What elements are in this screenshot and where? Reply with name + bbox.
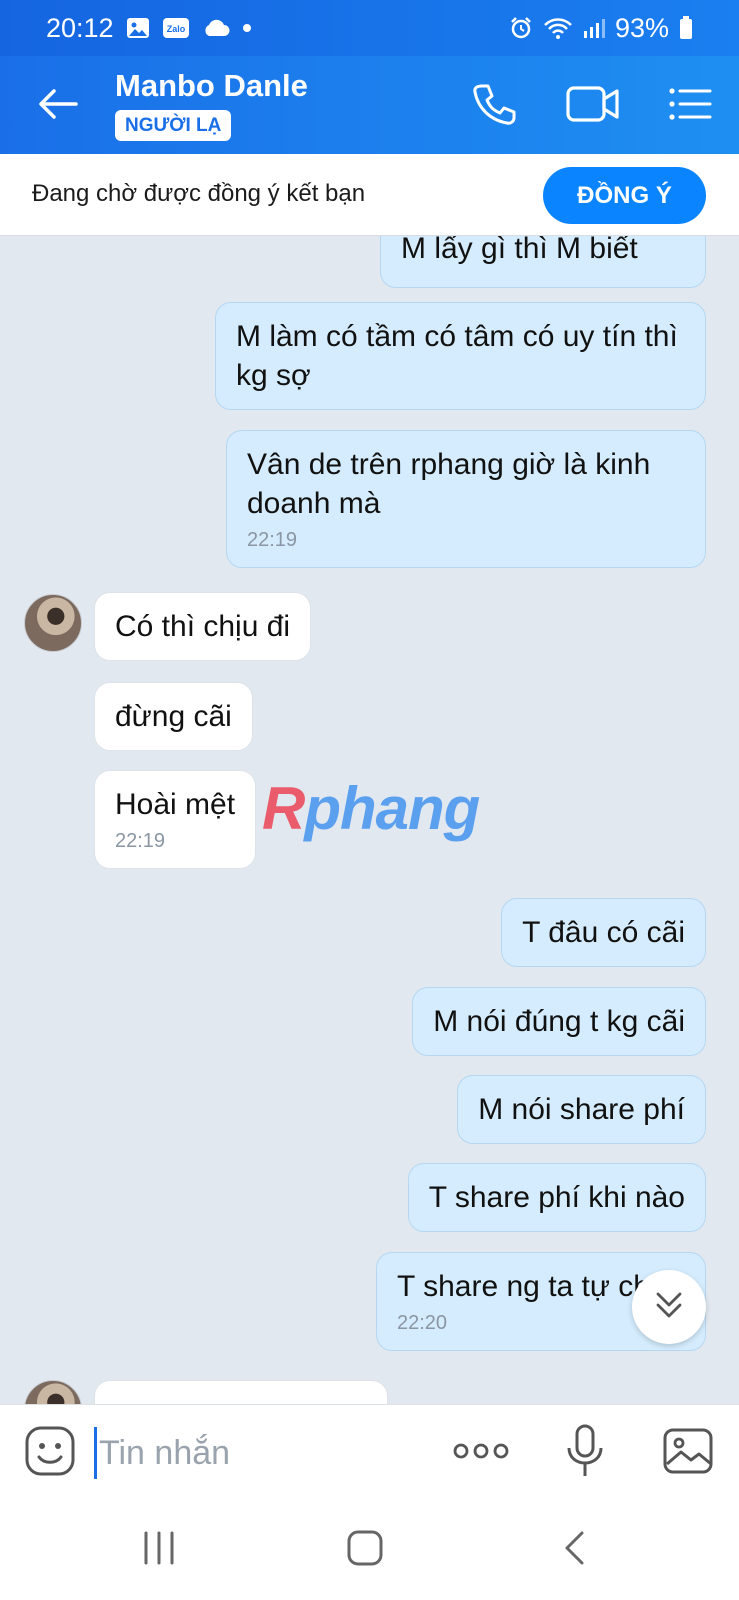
home-button[interactable] (335, 1526, 395, 1574)
double-chevron-down-icon (652, 1288, 686, 1327)
cloud-icon (202, 18, 230, 38)
recent-apps-icon (141, 1531, 177, 1570)
back-button[interactable] (34, 82, 82, 130)
accept-friend-button[interactable]: ĐỒNG Ý (543, 167, 706, 224)
message-text: M nói share phí (478, 1093, 685, 1126)
zalo-icon-text: Zalo (166, 24, 185, 34)
image-icon (663, 1428, 713, 1479)
status-left: 20:12 Zalo (46, 13, 252, 44)
recent-apps-button[interactable] (129, 1526, 189, 1574)
message-bubble-outgoing[interactable]: T share phí khi nào (407, 1163, 706, 1232)
contact-name[interactable]: Manbo Danle (115, 68, 308, 104)
status-bar: 20:12 Zalo 93% (0, 0, 739, 56)
chat-header: Manbo Danle NGƯỜI LẠ (0, 56, 739, 154)
message-text: M làm có tầm có tâm có uy tín thì kg sợ (236, 320, 678, 392)
sticker-button[interactable] (22, 1425, 78, 1481)
video-camera-icon (566, 84, 620, 129)
dot-icon (242, 23, 252, 33)
more-options-icon (453, 1443, 509, 1464)
video-call-button[interactable] (562, 80, 624, 132)
message-bubble-outgoing[interactable]: M lấy gì thì M biết (380, 236, 706, 288)
avatar[interactable] (24, 1380, 82, 1404)
send-image-button[interactable] (660, 1425, 716, 1481)
message-bubble-outgoing[interactable]: T đâu có cãi (501, 898, 706, 967)
battery-icon (679, 16, 693, 40)
message-time: 22:19 (115, 830, 166, 852)
phone-icon (472, 82, 516, 131)
wifi-icon (543, 16, 573, 40)
avatar[interactable] (24, 594, 82, 652)
message-text: T đâu có cãi (522, 916, 685, 949)
friend-request-text: Đang chờ được đồng ý kết bạn (32, 180, 366, 207)
microphone-icon (565, 1424, 605, 1483)
message-bubble-outgoing[interactable]: M nói share phí (457, 1075, 706, 1144)
back-icon (562, 1530, 586, 1571)
more-options-button[interactable] (452, 1425, 510, 1481)
menu-list-icon (668, 87, 712, 126)
message-text: M nói đúng t kg cãi (433, 1005, 685, 1038)
message-text: T share phí khi nào (428, 1181, 685, 1214)
message-bubble-incoming[interactable]: đừng cãi (94, 682, 253, 751)
chat-messages[interactable]: M lấy gì thì M biết M làm có tầm có tâm … (0, 236, 739, 1404)
friend-request-bar: Đang chờ được đồng ý kết bạn ĐỒNG Ý (0, 154, 739, 236)
status-time: 20:12 (46, 12, 114, 43)
system-nav-bar (0, 1500, 739, 1600)
message-text: Có thì chịu đi (115, 610, 291, 643)
voice-message-button[interactable] (557, 1424, 613, 1483)
zalo-icon: Zalo (162, 17, 190, 39)
sticker-icon (24, 1425, 76, 1482)
signal-icon (583, 17, 605, 39)
message-text: Vân de trên rphang giờ là kinh doanh mà (247, 448, 651, 520)
message-text: T share ng ta tự cho (397, 1270, 667, 1303)
message-text: Hoài mệt (115, 788, 236, 821)
back-arrow-icon (38, 88, 78, 125)
voice-call-button[interactable] (468, 80, 520, 132)
nav-back-button[interactable] (544, 1526, 604, 1574)
battery-percent: 93% (614, 12, 669, 43)
message-text: đừng cãi (115, 700, 232, 733)
message-bubble-incoming[interactable]: Có thì chịu đi (94, 592, 312, 661)
message-input[interactable] (94, 1427, 424, 1479)
menu-button[interactable] (664, 80, 716, 132)
message-bubble-outgoing[interactable]: M nói đúng t kg cãi (412, 987, 706, 1056)
message-bubble-incoming[interactable] (94, 1380, 388, 1404)
message-time: 22:19 (247, 529, 298, 551)
watermark-initial: R (262, 775, 305, 842)
watermark-rest: phang (304, 775, 480, 842)
message-bubble-outgoing[interactable]: Vân de trên rphang giờ là kinh doanh mà … (226, 430, 706, 568)
stranger-badge: NGƯỜI LẠ (115, 110, 232, 141)
watermark-logo: Rphang (262, 774, 480, 843)
scroll-to-bottom-button[interactable] (632, 1270, 706, 1344)
gallery-icon (126, 17, 150, 39)
message-input-bar (0, 1404, 739, 1500)
home-icon (346, 1529, 384, 1572)
message-bubble-incoming[interactable]: Hoài mệt 22:19 (94, 770, 257, 869)
alarm-icon (509, 16, 533, 40)
message-bubble-outgoing[interactable]: M làm có tầm có tâm có uy tín thì kg sợ (215, 302, 706, 410)
message-text: M lấy gì thì M biết (401, 236, 638, 265)
status-right: 93% (509, 13, 693, 44)
